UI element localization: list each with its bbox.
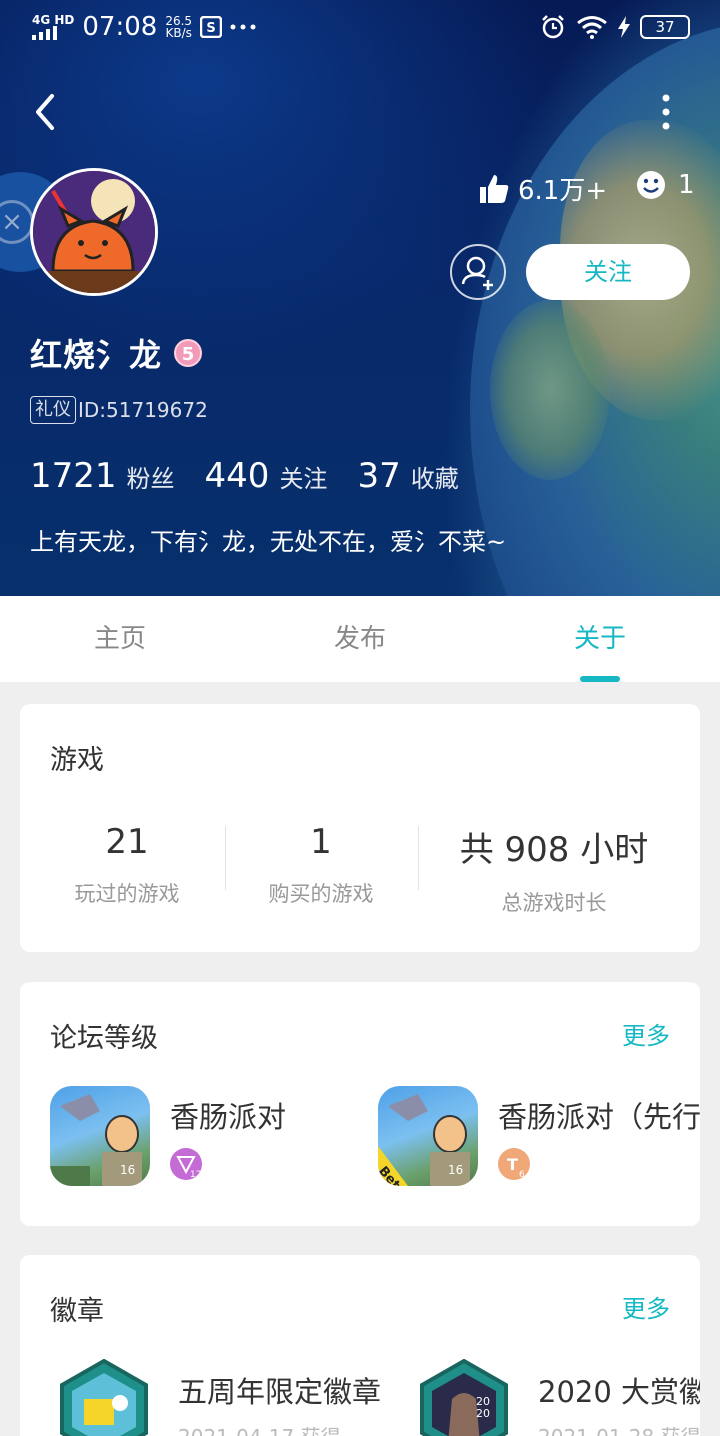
svg-text:T: T <box>507 1155 518 1174</box>
following-count[interactable]: 440 <box>205 456 270 496</box>
fans-label[interactable]: 粉丝 <box>127 459 175 494</box>
back-arrow-icon <box>36 94 54 130</box>
purchased-games-stat[interactable]: 1 购买的游戏 <box>241 822 401 908</box>
anniversary-badge-icon <box>60 1359 148 1436</box>
badges-more-link[interactable]: 更多 <box>622 1289 670 1324</box>
close-icon: × <box>0 200 34 244</box>
add-user-icon <box>461 256 493 290</box>
played-games-stat[interactable]: 21 玩过的游戏 <box>47 822 207 908</box>
clock: 07:08 <box>82 12 158 42</box>
badge-date: 2021-04-17 获得 <box>178 1421 341 1436</box>
badges-card: 徽章 更多 五周年限定徽章 2021-04-17 获得 20 20 2020 大… <box>20 1255 700 1436</box>
games-card-title: 游戏 <box>50 745 104 776</box>
games-card: 游戏 21 玩过的游戏 1 购买的游戏 共 908 小时 总游戏时长 <box>20 704 700 952</box>
collect-label[interactable]: 收藏 <box>411 459 459 494</box>
username: 红烧氵龙 <box>30 336 163 374</box>
battery-indicator: 37 <box>640 15 690 39</box>
more-options-button[interactable] <box>648 92 684 132</box>
planet-land-b <box>490 300 610 480</box>
likes-stat[interactable]: 6.1万+ <box>478 170 607 207</box>
badges-card-title: 徽章 <box>50 1296 104 1327</box>
game-app-icon: 16 Beta <box>378 1086 478 1186</box>
tab-home[interactable]: 主页 <box>0 596 240 682</box>
following-label[interactable]: 关注 <box>279 459 327 494</box>
svg-text:16: 16 <box>120 1163 135 1177</box>
smiles-stat[interactable]: 1 <box>636 170 695 200</box>
avatar[interactable] <box>30 168 158 296</box>
network-type: 4G HD <box>32 13 75 27</box>
fans-count[interactable]: 1721 <box>30 456 117 496</box>
user-level-badge: 5 <box>174 339 203 367</box>
username-row: 红烧氵龙 5 <box>30 330 203 376</box>
svg-text:S: S <box>206 21 215 36</box>
forum-more-link[interactable]: 更多 <box>622 1016 670 1051</box>
smile-icon <box>637 171 665 199</box>
thumbs-up-icon <box>480 174 509 203</box>
tab-posts[interactable]: 发布 <box>240 596 480 682</box>
badge-name: 五周年限定徽章 <box>178 1375 382 1409</box>
signal-icon: 4G HD <box>32 14 74 40</box>
user-id-row: 礼仪 ID:51719672 <box>30 396 208 424</box>
alarm-icon <box>542 15 564 39</box>
svg-text:20: 20 <box>476 1407 490 1420</box>
forum-rank-badge-icon: T6 <box>498 1148 530 1180</box>
svg-text:12: 12 <box>190 1170 201 1180</box>
avatar-character-image <box>33 171 155 293</box>
user-bio: 上有天龙，下有氵龙，无处不在，爱氵不菜~ <box>30 528 507 556</box>
more-notifications-icon <box>230 24 256 30</box>
svg-text:16: 16 <box>448 1163 463 1177</box>
game-name: 香肠派对（先行 <box>498 1100 700 1134</box>
awards-2020-badge-icon: 20 20 <box>420 1359 508 1436</box>
etiquette-tag[interactable]: 礼仪 <box>30 396 76 424</box>
active-tab-indicator <box>580 676 620 682</box>
follow-button[interactable]: 关注 <box>526 244 690 300</box>
svg-text:6: 6 <box>519 1170 525 1180</box>
network-speed: 26.5 KB/s <box>165 14 193 40</box>
vertical-dots-icon <box>662 94 670 130</box>
badge-item[interactable]: 20 20 2020 大赏徽章 2021-01-28 获得 <box>418 1359 700 1436</box>
total-playtime-stat[interactable]: 共 908 小时 总游戏时长 <box>440 822 668 917</box>
badge-name: 2020 大赏徽章 <box>538 1375 700 1409</box>
forum-card-title: 论坛等级 <box>50 1023 158 1054</box>
badge-item[interactable]: 五周年限定徽章 2021-04-17 获得 <box>58 1359 388 1436</box>
divider <box>418 826 419 890</box>
user-id: ID:51719672 <box>78 398 208 422</box>
collect-count[interactable]: 37 <box>357 456 400 496</box>
back-button[interactable] <box>28 92 68 132</box>
tab-about[interactable]: 关于 <box>480 596 720 682</box>
forum-item[interactable]: 16 Beta 香肠派对（先行 T6 <box>378 1086 700 1186</box>
social-counts: 1721 粉丝 440 关注 37 收藏 <box>30 456 489 496</box>
profile-tabs: 主页 发布 关于 <box>0 596 720 682</box>
badge-date: 2021-01-28 获得 <box>538 1421 700 1436</box>
add-friend-button[interactable] <box>450 244 506 300</box>
forum-item[interactable]: 16 香肠派对 12 <box>50 1086 350 1186</box>
profile-header: × 4G HD 07:08 26.5 KB/s S 37 6.1万+ 1 关注 … <box>0 0 720 596</box>
likes-count: 6.1万+ <box>518 176 608 206</box>
forum-rank-badge-icon: 12 <box>170 1148 202 1180</box>
smiles-count: 1 <box>678 170 695 200</box>
divider <box>225 826 226 890</box>
wifi-icon <box>577 16 607 39</box>
forum-level-card: 论坛等级 更多 16 香肠派对 12 16 Beta 香肠派对（先行 T 6 <box>20 982 700 1226</box>
game-name: 香肠派对 <box>170 1100 287 1134</box>
game-app-icon: 16 <box>50 1086 150 1186</box>
app-notification-icon: S <box>200 16 223 38</box>
charging-icon <box>618 16 630 38</box>
status-bar: 4G HD 07:08 26.5 KB/s S 37 <box>0 0 720 56</box>
